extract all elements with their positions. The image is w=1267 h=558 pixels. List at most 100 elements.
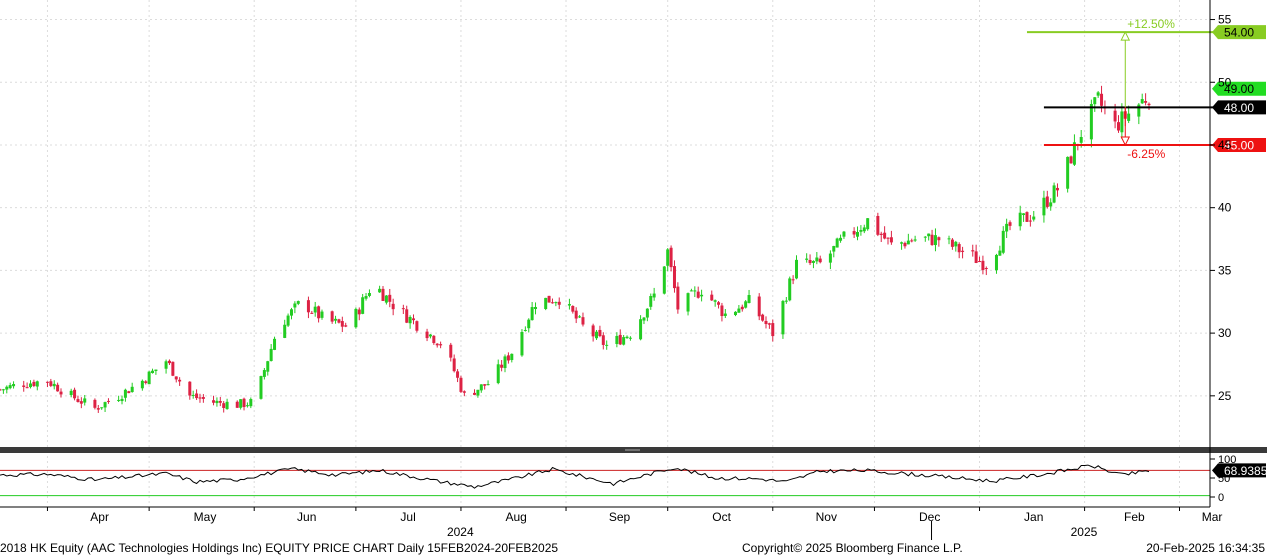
candle-body [76,399,80,402]
candle-body [1093,97,1097,105]
y-tick-label: 25 [1218,389,1232,403]
candle-body [1120,111,1124,133]
candle-body [791,279,795,281]
candle-body [832,246,836,252]
candle-body [1028,220,1032,222]
candle-body [235,401,239,408]
candle-body [337,319,341,323]
candle-body [835,238,839,248]
candle-body [164,361,168,369]
candle-body [49,381,53,386]
candle-body [120,398,124,402]
candle-body [500,364,504,368]
candle-body [794,259,798,279]
candle-body [354,308,358,328]
candle-body [242,398,246,407]
x-month-label: Jul [400,510,415,524]
candle-body [581,317,585,325]
candle-body [903,242,907,247]
candle-body [828,253,832,263]
y-tick-label: 30 [1218,326,1232,340]
candle-body [1001,230,1005,253]
candle-body [767,323,771,325]
candle-body [25,387,29,389]
candle-body [693,290,697,292]
x-year-label: 2024 [447,525,474,539]
candle-body [710,294,714,301]
candle-body [381,288,385,301]
candle-body [130,386,134,393]
candle-body [412,318,416,321]
candle-body [73,389,77,399]
candle-body [103,402,107,408]
candle-body [45,381,49,383]
candle-body [123,389,127,398]
candle-body [486,384,490,386]
x-month-label: Aug [505,510,526,524]
candle-body [1,389,5,391]
price-chart: 54.0048.0045.0049.00 +12.50%-6.25% 68.93… [0,0,1267,541]
candle-body [59,391,63,395]
candle-body [1045,196,1049,207]
candle-body [649,295,653,307]
candle-body [984,268,988,270]
candle-body [879,233,883,235]
candle-body [140,380,144,389]
candle-body [496,364,500,384]
candle-body [527,319,531,329]
candle-body [0,389,2,391]
annotation-label: -6.25% [1127,147,1165,161]
candle-body [32,381,36,386]
candle-body [1079,137,1083,143]
candle-body [56,384,60,392]
x-month-label: Jun [297,510,316,524]
candle-body [784,300,788,302]
candle-body [1089,103,1093,140]
candle-body [862,227,866,232]
candle-body [876,215,880,235]
candle-body [910,240,914,242]
candle-body [1005,223,1009,232]
candle-body [856,232,860,237]
x-month-label: Apr [90,510,109,524]
level-label-target: 54.00 [1224,26,1254,40]
candle-body [449,344,453,358]
rsi-y-tick-label: 0 [1218,492,1224,504]
candle-body [218,400,222,403]
candle-body [96,408,100,410]
candle-body [506,355,510,361]
candle-body [476,389,480,396]
candle-body [998,250,1002,256]
x-month-label: Nov [816,510,837,524]
candle-body [462,391,466,393]
candle-body [29,383,33,388]
candle-body [52,383,56,387]
candle-body [961,250,965,252]
candle-body [761,314,765,321]
candle-body [320,311,324,318]
candle-body [93,399,97,408]
footer-title: 2018 HK Equity (AAC Technologies Holding… [0,541,559,555]
candle-body [737,308,741,313]
candle-body [83,398,87,403]
candle-body [547,295,551,303]
candle-body [415,321,419,331]
candle-body [642,317,646,321]
candle-body [212,400,216,403]
candle-body [957,244,961,253]
candle-body [950,239,954,247]
candle-body [367,292,371,296]
candle-body [906,240,910,245]
candle-body [571,306,575,312]
candle-body [1100,93,1104,106]
candle-body [330,311,334,322]
candle-body [106,400,110,402]
candle-body [1069,156,1073,164]
candle-body [788,278,792,301]
candle-body [805,258,809,260]
candle-body [473,392,477,395]
candle-body [1116,122,1120,131]
x-month-label: Mar [1202,510,1223,524]
candle-body [384,295,388,303]
candle-body [771,323,775,337]
